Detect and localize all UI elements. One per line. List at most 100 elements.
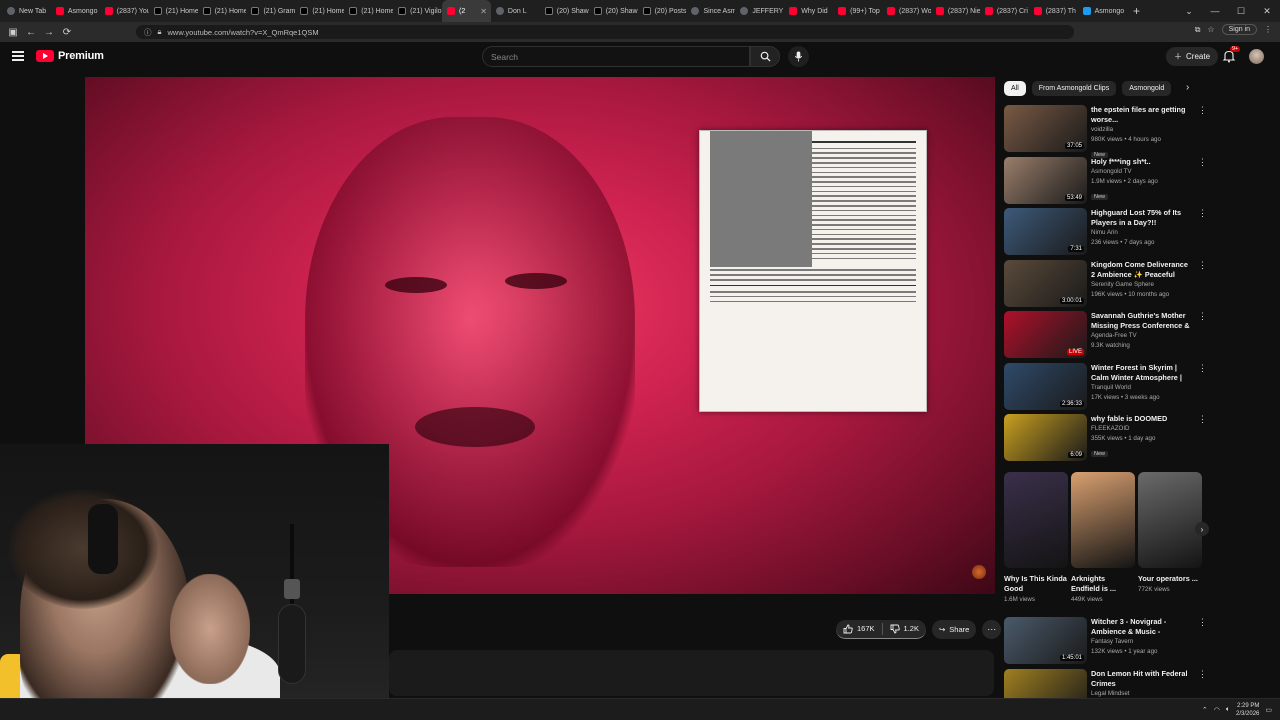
browser-tab[interactable]: Asmongo (1078, 0, 1127, 22)
browser-tab[interactable]: (2 ✕ (442, 0, 491, 22)
browser-tab[interactable]: (21) Gram (246, 0, 295, 22)
browser-tab[interactable]: (2837) Wo (882, 0, 931, 22)
channel-name[interactable]: Fantasy Tavern (1091, 637, 1191, 647)
minimize-button[interactable]: — (1202, 6, 1228, 16)
close-window-button[interactable]: ✕ (1254, 6, 1280, 17)
wifi-icon[interactable]: ◠ (1214, 706, 1220, 714)
video-thumbnail[interactable]: 2:36:33 (1004, 362, 1087, 410)
filter-chip[interactable]: Asmongold (1122, 81, 1172, 96)
channel-name[interactable]: Serenity Game Sphere (1091, 280, 1191, 290)
video-menu-icon[interactable]: ⋮ (1198, 669, 1207, 679)
like-button[interactable]: 167K (836, 619, 882, 638)
browser-tab[interactable]: (99+) Top (833, 0, 882, 22)
video-menu-icon[interactable]: ⋮ (1198, 105, 1207, 115)
recommended-video[interactable]: 53:49 Holy f***ing sh*t.. Asmongold TV 1.9M… (1004, 156, 1207, 205)
search-input[interactable]: Search (482, 46, 750, 67)
video-menu-icon[interactable]: ⋮ (1198, 363, 1207, 373)
recommended-video[interactable]: 7:31 Highguard Lost 75% of Its Players in… (1004, 208, 1207, 256)
video-thumbnail[interactable]: 37:05 (1004, 105, 1087, 152)
hamburger-menu-icon[interactable] (12, 51, 24, 61)
short-video[interactable]: Arknights Endfield is ... 449K views (1071, 472, 1135, 608)
video-title[interactable]: Highguard Lost 75% of Its Players in a D… (1091, 208, 1191, 228)
bookmark-star-icon[interactable]: ☆ (1207, 25, 1214, 34)
voice-search-button[interactable] (788, 46, 809, 67)
short-video[interactable]: Why Is This Kinda Good 1.6M views (1004, 472, 1068, 608)
browser-tab[interactable]: Since Asm (686, 0, 735, 22)
video-menu-icon[interactable]: ⋮ (1198, 414, 1207, 424)
video-title[interactable]: the epstein files are getting worse... (1091, 105, 1191, 125)
short-title[interactable]: Arknights Endfield is ... (1071, 574, 1135, 594)
video-thumbnail[interactable]: LIVE (1004, 311, 1087, 358)
channel-name[interactable]: Legal Mindset (1091, 689, 1191, 699)
chips-next-chevron-icon[interactable]: › (1186, 82, 1189, 93)
channel-name[interactable]: voidzilla (1091, 125, 1191, 135)
video-thumbnail[interactable]: 6:09 (1004, 414, 1087, 461)
video-menu-icon[interactable]: ⋮ (1198, 311, 1207, 321)
video-title[interactable]: Don Lemon Hit with Federal Crimes (1091, 669, 1191, 689)
short-thumbnail[interactable] (1004, 472, 1068, 568)
channel-name[interactable]: Agenda-Free TV (1091, 331, 1191, 341)
channel-name[interactable]: FLEEKAZOID (1091, 424, 1191, 434)
info-icon[interactable]: ⓘ (144, 27, 152, 38)
browser-tab[interactable]: (2837) Nie (931, 0, 980, 22)
url-field[interactable]: ⓘ 🔒︎ www.youtube.com/watch?v=X_QmRqe1QSM (136, 25, 1074, 39)
channel-name[interactable]: Asmongold TV (1091, 167, 1191, 177)
browser-tab[interactable]: (20) Shaw (589, 0, 638, 22)
recommended-video[interactable]: 2:36:33 Winter Forest in Skyrim | Calm Wi… (1004, 362, 1207, 411)
volume-icon[interactable]: 🔈︎ (1226, 706, 1230, 714)
youtube-premium-logo[interactable]: Premium (36, 50, 104, 62)
video-title[interactable]: Kingdom Come Deliverance 2 Ambience ✨ Pe… (1091, 260, 1191, 280)
video-thumbnail[interactable]: 1:45:01 (1004, 617, 1087, 664)
video-thumbnail[interactable]: 7:31 (1004, 208, 1087, 255)
channel-name[interactable]: Tranquil World (1091, 383, 1191, 393)
recommended-video[interactable]: 1:45:01 Witcher 3 - Novigrad - Ambience &… (1004, 617, 1207, 665)
video-title[interactable]: why fable is DOOMED (1091, 414, 1191, 424)
recommended-video[interactable]: LIVE Savannah Guthrie's Mother Missing Pr… (1004, 311, 1207, 359)
browser-tab[interactable]: (21) Home (344, 0, 393, 22)
browser-tab[interactable]: (21) Home (295, 0, 344, 22)
browser-tab[interactable]: (2837) Th (1029, 0, 1078, 22)
browser-tab[interactable]: Asmongo (51, 0, 100, 22)
back-button[interactable]: ← (22, 27, 40, 38)
browser-tab[interactable]: (2837) You (100, 0, 149, 22)
video-menu-icon[interactable]: ⋮ (1198, 157, 1207, 167)
sidebar-toggle-icon[interactable]: ▣ (4, 27, 22, 38)
short-title[interactable]: Why Is This Kinda Good (1004, 574, 1068, 594)
short-thumbnail[interactable] (1138, 472, 1202, 568)
short-video[interactable]: Your operators ... 772K views (1138, 472, 1202, 608)
taskbar-clock[interactable]: 2:29 PM 2/3/2026 (1236, 702, 1259, 718)
search-button[interactable] (750, 46, 780, 67)
video-menu-icon[interactable]: ⋮ (1198, 617, 1207, 627)
create-button[interactable]: ＋ Create (1166, 47, 1219, 66)
channel-watermark-icon[interactable] (972, 565, 986, 579)
new-tab-button[interactable]: + (1126, 4, 1146, 18)
browser-menu-icon[interactable]: ⋮ (1264, 25, 1272, 34)
filter-chip[interactable]: All (1004, 81, 1026, 96)
short-thumbnail[interactable] (1071, 472, 1135, 568)
browser-tab[interactable]: JEFFERY (735, 0, 784, 22)
browser-tab[interactable]: (20) Shaw (540, 0, 589, 22)
extension-icon[interactable]: ⧉ (1195, 25, 1201, 35)
browser-tab[interactable]: (21) Home (149, 0, 198, 22)
notification-center-icon[interactable]: ▭ (1265, 706, 1272, 714)
channel-name[interactable]: Nimu Arin (1091, 228, 1191, 238)
account-avatar[interactable] (1249, 49, 1264, 64)
video-thumbnail[interactable]: 3:00:01 (1004, 259, 1087, 307)
share-button[interactable]: ↪ Share (931, 619, 977, 639)
video-menu-icon[interactable]: ⋮ (1198, 208, 1207, 218)
browser-tab[interactable]: (21) Vigilo (393, 0, 442, 22)
browser-tab[interactable]: Don L (491, 0, 540, 22)
more-actions-button[interactable]: ⋯ (982, 619, 1002, 639)
video-title[interactable]: Witcher 3 - Novigrad - Ambience & Music … (1091, 617, 1191, 637)
browser-tab[interactable]: (21) Home (198, 0, 246, 22)
sign-in-button[interactable]: Sign in (1221, 24, 1257, 35)
browser-tab[interactable]: (2837) Cri (980, 0, 1029, 22)
forward-button[interactable]: → (40, 27, 58, 38)
tab-search-icon[interactable]: ⌄ (1176, 6, 1202, 17)
recommended-video[interactable]: 37:05 the epstein files are getting worse… (1004, 105, 1207, 158)
browser-tab[interactable]: New Tab (2, 0, 51, 22)
tray-overflow-icon[interactable]: ⌃ (1202, 706, 1208, 714)
recommended-video[interactable]: 6:09 why fable is DOOMED FLEEKAZOID 355K vi… (1004, 414, 1207, 462)
filter-chip[interactable]: From Asmongold Clips (1031, 81, 1117, 96)
recommended-video[interactable]: 3:00:01 Kingdom Come Deliverance 2 Ambien… (1004, 259, 1207, 308)
